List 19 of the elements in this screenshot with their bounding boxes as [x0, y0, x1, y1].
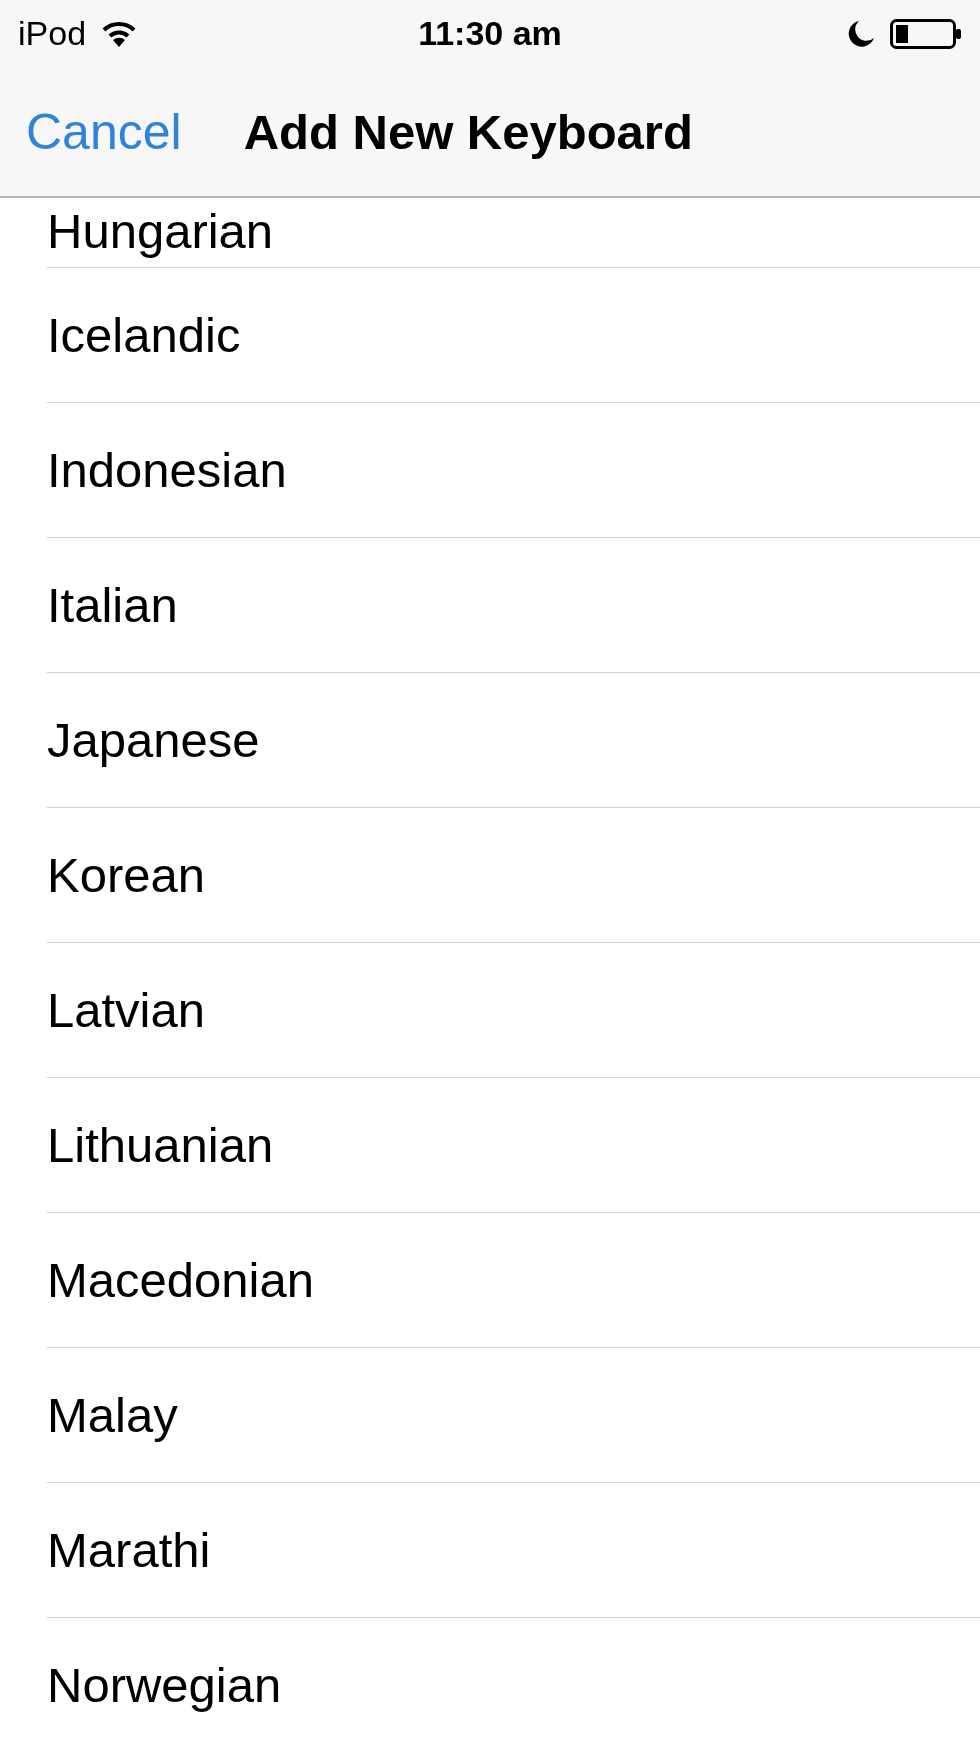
- screen-title: Add New Keyboard: [243, 103, 693, 160]
- wifi-icon: [102, 19, 137, 48]
- language-item[interactable]: Korean: [47, 847, 205, 903]
- language-item[interactable]: Norwegian: [47, 1657, 282, 1713]
- moon-icon: [846, 18, 876, 49]
- language-item[interactable]: Macedonian: [47, 1252, 314, 1308]
- carrier-name: iPod: [18, 14, 87, 53]
- battery-icon: [890, 18, 962, 49]
- language-item[interactable]: Icelandic: [47, 307, 241, 363]
- language-item[interactable]: Italian: [47, 577, 178, 633]
- clock-time: 11:30 am: [418, 14, 562, 53]
- language-item[interactable]: Lithuanian: [47, 1117, 274, 1173]
- language-item[interactable]: Latvian: [47, 982, 205, 1038]
- language-item[interactable]: Japanese: [47, 712, 260, 768]
- language-item[interactable]: Hungarian: [47, 203, 274, 267]
- language-item[interactable]: Indonesian: [47, 442, 287, 498]
- cancel-button[interactable]: Cancel: [26, 102, 182, 161]
- language-item[interactable]: Malay: [47, 1387, 178, 1443]
- language-item[interactable]: Marathi: [47, 1522, 211, 1578]
